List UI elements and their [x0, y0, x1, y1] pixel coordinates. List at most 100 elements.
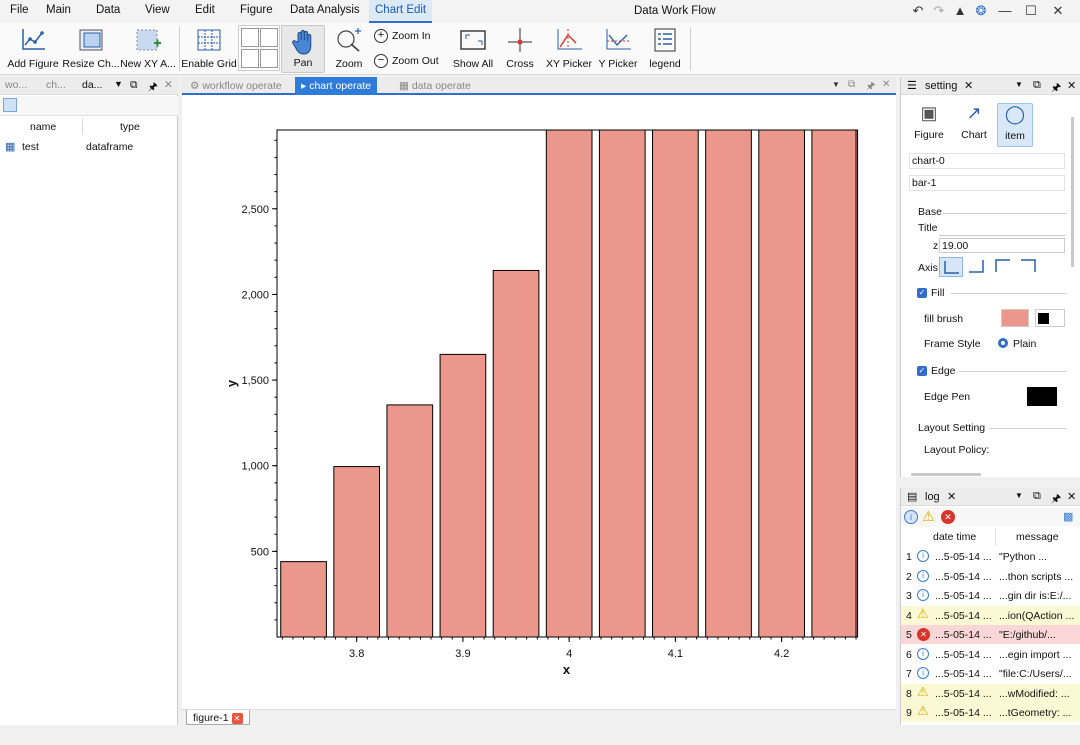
zoom-in-button[interactable]: + Zoom In	[374, 29, 431, 43]
resize-chart-button[interactable]: Resize Ch...	[62, 25, 120, 73]
menu-file[interactable]: File	[10, 4, 29, 16]
edge-checkbox[interactable]: ✓	[917, 365, 927, 377]
menu-data[interactable]: Data	[96, 4, 120, 16]
close-dock-icon[interactable]: ✕	[1067, 79, 1076, 92]
pin-icon[interactable]: 🖈	[148, 79, 158, 97]
close-window-icon[interactable]: ✕	[1048, 2, 1068, 20]
close-tab-icon[interactable]: ✕	[882, 79, 890, 90]
radio-plain[interactable]	[998, 338, 1008, 348]
bar[interactable]	[758, 129, 805, 638]
y-picker-button[interactable]: Y Picker	[596, 25, 640, 73]
warning-filter-icon[interactable]: ⚠	[922, 508, 935, 525]
error-filter-icon[interactable]: ✕	[941, 510, 955, 524]
dock-menu-icon[interactable]: ▼	[1015, 80, 1023, 89]
log-row[interactable]: 9 ⚠ ...5-05-14 ... ...tGeometry: ...	[901, 703, 1080, 722]
close-figure-icon[interactable]: ✕	[231, 712, 243, 724]
log-row[interactable]: 2 i ...5-05-14 ... ...thon scripts ...	[901, 567, 1080, 586]
legend-button[interactable]: legend	[644, 25, 686, 73]
horizontal-scrollbar[interactable]	[911, 473, 981, 476]
enable-grid-button[interactable]: Enable Grid	[181, 25, 237, 73]
menu-view[interactable]: View	[145, 4, 170, 16]
dock-menu-icon[interactable]: ▼	[1015, 491, 1023, 500]
tab-figure-setting[interactable]: ▣ Figure	[911, 103, 947, 147]
triangle-up-icon[interactable]: ▲	[950, 2, 970, 20]
minimize-icon[interactable]: —	[995, 2, 1015, 20]
bar[interactable]	[492, 269, 540, 638]
bar[interactable]	[652, 129, 699, 638]
log-row[interactable]: 1 i ...5-05-14 ... "Python ...	[901, 547, 1080, 566]
menu-edit[interactable]: Edit	[195, 4, 215, 16]
tab-chart-setting[interactable]: ↗ Chart	[956, 103, 992, 147]
zoom-out-button[interactable]: − Zoom Out	[374, 54, 439, 68]
layout-option-4[interactable]	[260, 49, 278, 68]
log-row[interactable]: 7 i ...5-05-14 ... "file:C:/Users/...	[901, 664, 1080, 683]
float-icon[interactable]: ⧉	[848, 79, 855, 90]
fill-color-swatch[interactable]	[1001, 309, 1029, 327]
dock-menu-icon[interactable]: ▼	[114, 79, 123, 89]
axis-top-right-button[interactable]	[1017, 257, 1041, 277]
edge-color-swatch[interactable]	[1027, 387, 1057, 406]
axis-bottom-right-button[interactable]	[965, 257, 989, 277]
close-setting-tab-icon[interactable]: ✕	[964, 79, 973, 92]
show-all-button[interactable]: Show All	[450, 25, 496, 73]
float-icon[interactable]: ⧉	[130, 79, 138, 92]
fill-style-picker[interactable]	[1035, 309, 1065, 327]
menu-figure[interactable]: Figure	[240, 4, 273, 16]
undo-icon[interactable]: ↶	[908, 2, 928, 20]
bar[interactable]	[439, 353, 487, 638]
pan-button[interactable]: Pan	[281, 25, 325, 73]
add-figure-button[interactable]: Add Figure	[4, 25, 62, 73]
list-view-icon[interactable]	[3, 98, 17, 112]
close-dock-icon[interactable]: ✕	[1067, 490, 1076, 503]
menu-main[interactable]: Main	[46, 4, 71, 16]
float-icon[interactable]: ⧉	[1033, 490, 1041, 503]
chart-select[interactable]: chart-0	[909, 153, 1065, 169]
tab-data-short[interactable]: da...	[82, 79, 102, 91]
log-row[interactable]: 6 i ...5-05-14 ... ...egin import ...	[901, 645, 1080, 664]
fill-checkbox[interactable]: ✓	[917, 287, 927, 299]
theme-icon[interactable]: ❂	[971, 2, 991, 20]
bar[interactable]	[386, 404, 434, 638]
new-xy-axis-button[interactable]: New XY A...	[120, 25, 176, 73]
bar[interactable]	[333, 466, 381, 638]
menu-chart-edit[interactable]: Chart Edit	[369, 0, 433, 23]
xy-picker-button[interactable]: XY Picker	[544, 25, 594, 73]
tab-chart-operate[interactable]: ▸ chart operate	[295, 77, 378, 95]
layout-option-2[interactable]	[260, 28, 278, 47]
tabs-menu-icon[interactable]: ▼	[832, 80, 840, 89]
bar[interactable]	[705, 129, 752, 638]
tab-workflow-operate[interactable]: ⚙ workflow operate	[184, 77, 288, 95]
tab-figure-1[interactable]: figure-1 ✕	[186, 710, 250, 725]
close-dock-icon[interactable]: ✕	[164, 79, 173, 91]
pin-icon[interactable]: 🖈	[866, 79, 875, 96]
pin-icon[interactable]: 🖈	[1051, 490, 1061, 509]
item-select[interactable]: bar-1	[909, 175, 1065, 191]
tab-data-operate[interactable]: ▦ data operate	[393, 77, 477, 95]
bar[interactable]	[545, 129, 593, 638]
tab-item-setting[interactable]: ◯ item	[997, 103, 1033, 147]
tree-row[interactable]: ▦ test dataframe	[0, 139, 176, 155]
bar[interactable]	[598, 129, 646, 638]
clear-log-icon[interactable]: ▩	[1063, 510, 1073, 523]
log-row[interactable]: 8 ⚠ ...5-05-14 ... ...wModified: ...	[901, 683, 1080, 703]
bar[interactable]	[811, 129, 859, 638]
float-icon[interactable]: ⧉	[1033, 79, 1041, 92]
log-row[interactable]: 4 ⚠ ...5-05-14 ... ...ion(QAction ...	[901, 605, 1080, 625]
bar[interactable]	[280, 561, 327, 638]
layout-option-3[interactable]	[241, 49, 259, 68]
log-row[interactable]: 3 i ...5-05-14 ... ...gin dir is:E:/...	[901, 586, 1080, 605]
tab-workflow-short[interactable]: wo...	[5, 79, 27, 91]
menu-data-analysis[interactable]: Data Analysis	[290, 4, 360, 16]
bar-chart[interactable]: 3.8 3.9 4 4.1 4.2 500 1,000 1,500 2,000 2,500 x y	[186, 97, 892, 709]
tab-chart-short[interactable]: ch...	[46, 79, 66, 91]
maximize-icon[interactable]: ☐	[1021, 2, 1041, 20]
axis-bottom-left-button[interactable]	[939, 257, 963, 277]
chart-canvas[interactable]: 3.8 3.9 4 4.1 4.2 500 1,000 1,500 2,000 2,500 x y	[186, 97, 892, 709]
redo-icon[interactable]: ↷	[929, 2, 949, 20]
log-row[interactable]: 5 ✕ ...5-05-14 ... "E:/github/...	[901, 625, 1080, 644]
zoom-button[interactable]: Zoom	[327, 25, 371, 73]
axis-top-left-button[interactable]	[991, 257, 1015, 277]
pin-icon[interactable]: 🖈	[1051, 79, 1061, 98]
close-log-tab-icon[interactable]: ✕	[947, 490, 956, 503]
info-filter-icon[interactable]: i	[904, 510, 918, 524]
